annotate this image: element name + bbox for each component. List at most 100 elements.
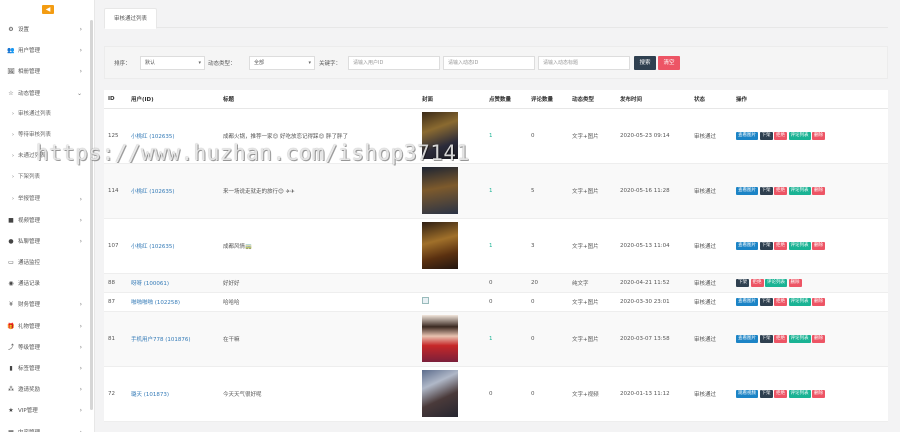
search-button[interactable]: 搜索	[634, 56, 656, 70]
cover-image[interactable]	[422, 222, 458, 269]
action-button-comments[interactable]: 评论列表	[788, 241, 811, 250]
action-button-down[interactable]: 下架	[759, 389, 773, 398]
action-button-comments[interactable]: 评论列表	[788, 297, 811, 306]
cell-comments: 0	[527, 292, 568, 312]
sidebar-item[interactable]: ⤴ 等级管理 ›	[0, 337, 95, 358]
sidebar-item[interactable]: › 举报管理 ›	[0, 189, 95, 210]
user-link[interactable]: 手机用户778 (101876)	[131, 337, 191, 343]
action-button-comments[interactable]: 评论列表	[788, 334, 811, 343]
user-link[interactable]: 小桃红 (102635)	[131, 189, 175, 195]
cover-image[interactable]	[422, 315, 458, 362]
sidebar-item[interactable]: › 下架列表	[0, 167, 95, 188]
action-button-comments[interactable]: 评论列表	[788, 186, 811, 195]
sidebar-item-label: 视频管理	[18, 217, 41, 224]
action-button-down[interactable]: 下架	[759, 241, 773, 250]
cell-title: 成都火锅，推荐一家😊 好吃放恋记得踩😊 胖了胖了	[219, 108, 418, 164]
action-button-del[interactable]: 删除	[812, 131, 825, 140]
action-button-reject[interactable]: 拒绝	[774, 389, 787, 398]
cell-time: 2020-05-13 11:04	[616, 218, 690, 274]
action-button-view[interactable]: 查看图片	[736, 186, 758, 195]
user-id-input[interactable]: 请输入用户ID	[348, 56, 440, 70]
sidebar-item-label: 礼物管理	[18, 323, 41, 330]
cover-image[interactable]	[422, 112, 458, 159]
user-link[interactable]: 璐天 (101873)	[131, 392, 169, 398]
action-button-down[interactable]: 下架	[759, 334, 773, 343]
cell-ops: 查看图片 下架 拒绝 评论列表 删除	[732, 218, 888, 274]
sidebar-item[interactable]: › 未通过列表	[0, 146, 95, 167]
sidebar-item[interactable]: ⚙ 设置 ›	[0, 19, 95, 40]
action-button-comments[interactable]: 评论列表	[788, 389, 811, 398]
cover-image[interactable]	[422, 167, 458, 214]
post-title-input[interactable]: 请输入动态标题	[538, 56, 630, 70]
cell-title: 哈哈哈	[219, 292, 418, 312]
clear-button[interactable]: 清空	[658, 56, 680, 70]
sidebar-item-label: 审核通过列表	[18, 110, 52, 117]
user-link[interactable]: 小桃红 (102635)	[131, 134, 175, 140]
action-button-reject[interactable]: 拒绝	[774, 241, 787, 250]
action-button-del[interactable]: 删除	[788, 278, 802, 287]
sidebar-scrollbar[interactable]	[90, 20, 93, 410]
cell-id: 87	[104, 292, 127, 312]
cell-likes: 1	[485, 311, 527, 367]
sidebar-item[interactable]: › 等待审核列表	[0, 125, 95, 146]
sidebar-item[interactable]: ▦内容管理›	[0, 422, 95, 432]
action-button-video[interactable]: 观看视频	[736, 389, 758, 398]
sidebar-item[interactable]: ▭ 通话监控	[0, 252, 95, 273]
action-button-reject[interactable]: 拒绝	[750, 278, 764, 287]
column-header: 标题	[219, 90, 418, 109]
menu-icon: ◉	[8, 280, 14, 288]
action-button-reject[interactable]: 拒绝	[774, 131, 787, 140]
action-button-comments[interactable]: 评论列表	[765, 278, 787, 287]
action-button-reject[interactable]: 拒绝	[774, 186, 787, 195]
action-button-view[interactable]: 查看图片	[736, 241, 758, 250]
sidebar-item[interactable]: ◉ 通话记录	[0, 273, 95, 294]
user-link[interactable]: 小桃红 (102635)	[131, 244, 175, 250]
action-button-comments[interactable]: 评论列表	[788, 131, 811, 140]
action-button-down[interactable]: 下架	[759, 186, 773, 195]
action-button-reject[interactable]: 拒绝	[774, 334, 787, 343]
chevron-down-icon: ▾	[308, 60, 311, 66]
action-button-down[interactable]: 下架	[759, 131, 773, 140]
user-link[interactable]: 啪啪啪啪 (102258)	[131, 300, 180, 306]
sidebar-item[interactable]: 👥 用户管理 ›	[0, 40, 95, 61]
sidebar-item-label: 私聊管理	[18, 238, 41, 245]
action-button-del[interactable]: 删除	[812, 241, 825, 250]
action-button-down[interactable]: 下架	[759, 297, 773, 306]
action-button-view[interactable]: 查看图片	[736, 334, 758, 343]
cell-title: 在干嘛	[219, 311, 418, 367]
cell-comments: 0	[527, 108, 568, 164]
cell-cover	[418, 273, 485, 293]
cover-image[interactable]	[422, 370, 458, 417]
chevron-icon: ›	[79, 343, 82, 351]
sort-select[interactable]: 默认 ▾	[140, 56, 205, 70]
action-button-view[interactable]: 查看图片	[736, 297, 758, 306]
user-link[interactable]: 呀呀 (100061)	[131, 281, 169, 287]
sidebar-item[interactable]: ▮ 标签管理 ›	[0, 358, 95, 379]
sidebar-item[interactable]: ★ VIP管理 ›	[0, 400, 95, 421]
action-button-del[interactable]: 删除	[812, 186, 825, 195]
action-button-del[interactable]: 删除	[812, 389, 825, 398]
sidebar-item[interactable]: ● 私聊管理 ›	[0, 231, 95, 252]
sidebar-item[interactable]: ☆ 动态管理 ⌄	[0, 83, 95, 104]
cell-time: 2020-03-07 13:58	[616, 311, 690, 367]
sidebar-item[interactable]: ⁂ 邀请奖励 ›	[0, 379, 95, 400]
type-select[interactable]: 全部 ▾	[249, 56, 315, 70]
sidebar-item[interactable]: 🎁 礼物管理 ›	[0, 316, 95, 337]
action-button-view[interactable]: 查看图片	[736, 131, 758, 140]
cell-cover	[418, 163, 485, 219]
sidebar-item[interactable]: ■ 视频管理 ›	[0, 210, 95, 231]
action-button-del[interactable]: 删除	[812, 297, 825, 306]
action-button-down[interactable]: 下架	[736, 278, 749, 287]
sidebar-item-label: 等级管理	[18, 344, 41, 351]
action-button-del[interactable]: 删除	[812, 334, 825, 343]
tab-approved-list[interactable]: 审核通过列表	[104, 8, 158, 29]
sidebar: ◀ ⚙ 设置 › 👥 用户管理 › 🖼 相册管理 › ☆ 动态管理 ⌄ › 审核通过列表 › 等待审核列表 › 未…	[0, 0, 95, 432]
sidebar-item[interactable]: 🖼 相册管理 ›	[0, 61, 95, 82]
collapse-sidebar-icon[interactable]: ◀	[42, 5, 54, 14]
cell-user: 小桃红 (102635)	[127, 108, 219, 164]
sidebar-item[interactable]: ¥ 财务管理 ›	[0, 294, 95, 315]
post-id-input[interactable]: 请输入动态ID	[443, 56, 535, 70]
sidebar-item[interactable]: › 审核通过列表	[0, 104, 95, 125]
chevron-icon: ›	[79, 407, 82, 415]
action-button-reject[interactable]: 拒绝	[774, 297, 787, 306]
